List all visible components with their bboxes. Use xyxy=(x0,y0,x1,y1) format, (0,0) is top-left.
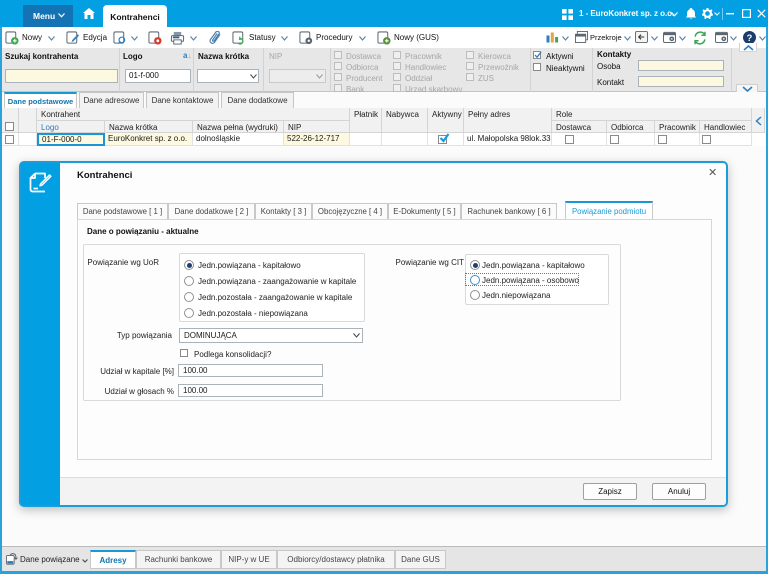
svg-text:?: ? xyxy=(747,33,753,43)
